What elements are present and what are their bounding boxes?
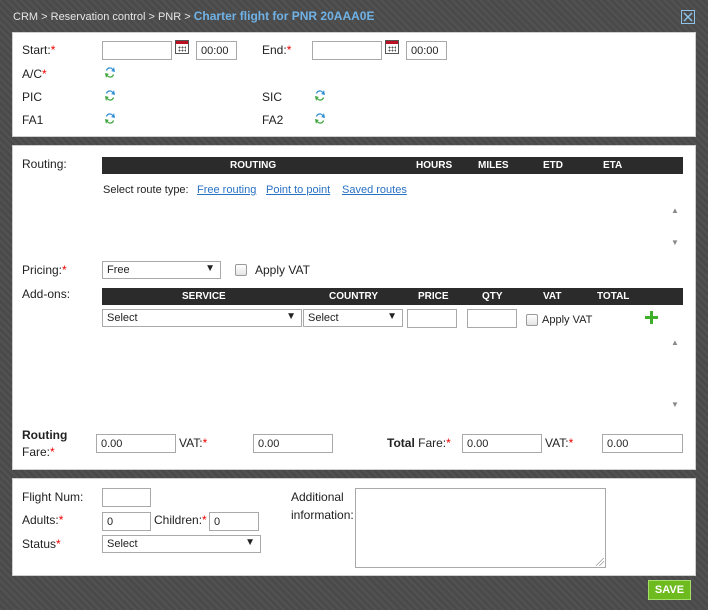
col-routing: ROUTING bbox=[230, 160, 277, 171]
sic-swap-icon[interactable] bbox=[314, 89, 326, 102]
start-label: Start:* bbox=[22, 43, 56, 57]
start-date-input[interactable] bbox=[102, 41, 172, 60]
col-price: PRICE bbox=[418, 291, 449, 302]
point-to-point-link[interactable]: Point to point bbox=[266, 184, 330, 196]
fa2-swap-icon[interactable] bbox=[314, 112, 326, 125]
breadcrumb-separator: > bbox=[41, 11, 48, 23]
scroll-down-icon[interactable]: ▼ bbox=[671, 400, 679, 409]
fa2-label: FA2 bbox=[262, 113, 284, 127]
status-label: Status* bbox=[22, 537, 61, 551]
col-total: TOTAL bbox=[597, 291, 630, 302]
children-label: Children:* bbox=[154, 513, 207, 527]
addon-country-value: Select bbox=[308, 312, 339, 324]
breadcrumb: CRM > Reservation control > PNR > Charte… bbox=[13, 9, 374, 23]
scroll-up-icon[interactable]: ▲ bbox=[671, 206, 679, 215]
routing-scrollbar[interactable]: ▲ ▼ bbox=[668, 204, 682, 250]
breadcrumb-separator: > bbox=[184, 11, 191, 23]
fa1-swap-icon[interactable] bbox=[104, 112, 116, 125]
routing-label: Routing: bbox=[22, 157, 67, 171]
pricing-label: Pricing:* bbox=[22, 263, 67, 277]
end-calendar-icon[interactable] bbox=[385, 40, 399, 54]
adults-input[interactable] bbox=[102, 512, 151, 531]
close-icon bbox=[683, 12, 693, 22]
addon-country-select[interactable]: Select ▼ bbox=[303, 309, 403, 327]
ac-label: A/C* bbox=[22, 67, 47, 81]
fa1-label: FA1 bbox=[22, 113, 44, 127]
additional-info-label-line2: information: bbox=[291, 508, 354, 522]
flight-num-input[interactable] bbox=[102, 488, 151, 507]
add-addon-icon[interactable] bbox=[645, 311, 658, 324]
dialog-titlebar: CRM > Reservation control > PNR > Charte… bbox=[0, 0, 708, 32]
total-fare-label: Total Fare:* bbox=[387, 436, 451, 450]
additional-info-textarea[interactable] bbox=[355, 488, 606, 568]
end-date-input[interactable] bbox=[312, 41, 382, 60]
routing-vat-label: VAT:* bbox=[179, 436, 208, 450]
flight-num-label: Flight Num: bbox=[22, 490, 84, 504]
end-time-input[interactable] bbox=[406, 41, 447, 60]
col-miles: MILES bbox=[478, 160, 509, 171]
pricing-apply-vat-label: Apply VAT bbox=[255, 263, 310, 277]
col-hours: HOURS bbox=[416, 160, 453, 171]
addon-qty-input[interactable] bbox=[467, 309, 517, 328]
end-label: End:* bbox=[262, 43, 292, 57]
col-eta: ETA bbox=[603, 160, 623, 171]
chevron-down-icon: ▼ bbox=[286, 311, 296, 322]
total-fare-input[interactable] bbox=[462, 434, 542, 453]
status-select[interactable]: Select ▼ bbox=[102, 535, 261, 553]
addons-label: Add-ons: bbox=[22, 287, 71, 301]
breadcrumb-crm[interactable]: CRM bbox=[13, 11, 38, 23]
total-vat-input[interactable] bbox=[602, 434, 683, 453]
chevron-down-icon: ▼ bbox=[245, 537, 255, 548]
routing-fare-input[interactable] bbox=[96, 434, 176, 453]
breadcrumb-reservation-control[interactable]: Reservation control bbox=[51, 11, 146, 23]
close-button[interactable] bbox=[681, 10, 695, 24]
pricing-apply-vat-checkbox[interactable] bbox=[235, 264, 247, 276]
save-button[interactable]: SAVE bbox=[648, 580, 691, 600]
page-title: Charter flight for PNR 20AAA0E bbox=[193, 9, 375, 23]
pic-label: PIC bbox=[22, 90, 43, 104]
col-etd: ETD bbox=[543, 160, 563, 171]
additional-info-label-line1: Additional bbox=[291, 490, 344, 504]
scroll-up-icon[interactable]: ▲ bbox=[671, 338, 679, 347]
pricing-select[interactable]: Free ▼ bbox=[102, 261, 221, 279]
addon-apply-vat-label: Apply VAT bbox=[542, 314, 593, 326]
total-vat-label: VAT:* bbox=[545, 436, 574, 450]
pic-swap-icon[interactable] bbox=[104, 89, 116, 102]
addon-service-value: Select bbox=[107, 312, 138, 324]
breadcrumb-pnr[interactable]: PNR bbox=[158, 11, 181, 23]
scroll-down-icon[interactable]: ▼ bbox=[671, 238, 679, 247]
addon-apply-vat-checkbox[interactable] bbox=[526, 314, 538, 326]
start-time-input[interactable] bbox=[196, 41, 237, 60]
children-input[interactable] bbox=[209, 512, 259, 531]
flight-panel: Flight Num: Adults:* Children:* Status* … bbox=[12, 478, 696, 576]
saved-routes-link[interactable]: Saved routes bbox=[342, 184, 407, 196]
col-country: COUNTRY bbox=[329, 291, 379, 302]
sic-label: SIC bbox=[262, 90, 283, 104]
routing-fare-label-line1: Routing bbox=[22, 428, 68, 442]
adults-label: Adults:* bbox=[22, 513, 64, 527]
col-qty: QTY bbox=[482, 291, 503, 302]
addons-scrollbar[interactable]: ▲ ▼ bbox=[668, 334, 682, 412]
routing-panel: Routing: ROUTING HOURS MILES ETD ETA Sel… bbox=[12, 145, 696, 470]
resize-handle-icon[interactable] bbox=[596, 558, 604, 566]
routing-table-header: ROUTING HOURS MILES ETD ETA bbox=[102, 157, 683, 174]
breadcrumb-separator: > bbox=[148, 11, 155, 23]
free-routing-link[interactable]: Free routing bbox=[197, 184, 256, 196]
addon-service-select[interactable]: Select ▼ bbox=[102, 309, 302, 327]
col-service: SERVICE bbox=[182, 291, 226, 302]
chevron-down-icon: ▼ bbox=[205, 263, 215, 274]
start-calendar-icon[interactable] bbox=[175, 40, 189, 54]
pricing-select-value: Free bbox=[107, 264, 130, 276]
ac-swap-icon[interactable] bbox=[104, 66, 116, 79]
routing-fare-label-line2: Fare:* bbox=[22, 445, 55, 459]
chevron-down-icon: ▼ bbox=[387, 311, 397, 322]
status-select-value: Select bbox=[107, 538, 138, 550]
col-vat: VAT bbox=[543, 291, 562, 302]
addons-table-header: SERVICE COUNTRY PRICE QTY VAT TOTAL bbox=[102, 288, 683, 305]
route-type-label: Select route type: bbox=[103, 184, 189, 196]
routing-vat-input[interactable] bbox=[253, 434, 333, 453]
addon-price-input[interactable] bbox=[407, 309, 457, 328]
general-panel: Start:* End:* A/C* PIC SIC FA1 FA2 bbox=[12, 32, 696, 137]
